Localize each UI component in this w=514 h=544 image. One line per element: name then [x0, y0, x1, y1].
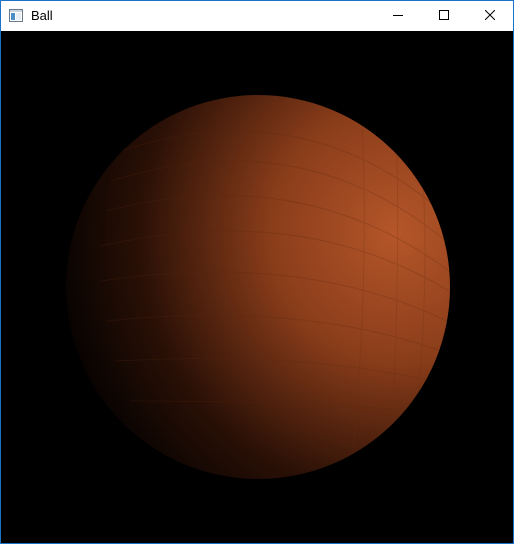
app-window: Ball [0, 0, 514, 544]
render-canvas[interactable] [1, 31, 513, 543]
window-title: Ball [31, 8, 53, 23]
app-window-icon [9, 9, 23, 22]
maximize-icon [439, 7, 449, 25]
close-icon [484, 7, 496, 25]
maximize-button[interactable] [421, 1, 467, 31]
close-button[interactable] [467, 1, 513, 31]
minimize-icon [393, 7, 403, 25]
ball-scene [1, 31, 513, 543]
title-bar[interactable]: Ball [1, 1, 513, 31]
minimize-button[interactable] [375, 1, 421, 31]
